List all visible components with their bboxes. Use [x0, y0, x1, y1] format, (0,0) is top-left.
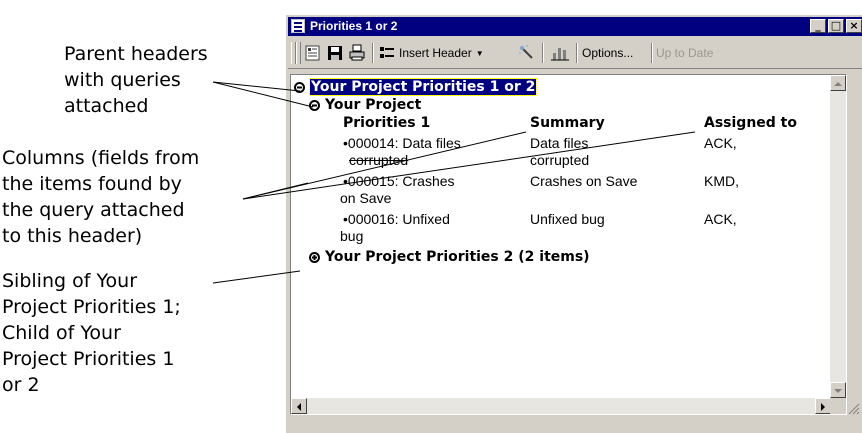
insert-header-icon	[380, 47, 394, 58]
chart-button[interactable]	[550, 43, 570, 63]
row-3-id-cont: bug	[340, 228, 364, 244]
row-2-id-cont: on Save	[340, 190, 392, 206]
scroll-up-button[interactable]	[830, 75, 846, 91]
row-1-id[interactable]: •000014: Data files	[343, 135, 461, 152]
vertical-scrollbar[interactable]	[830, 75, 846, 398]
wand-button[interactable]	[518, 43, 536, 63]
arrow-down-icon	[834, 389, 842, 393]
row-1-assigned: ACK,	[704, 135, 737, 151]
title-bar[interactable]: Priorities 1 or 2 _ □ ×	[288, 17, 862, 36]
tree-node-your-project[interactable]: Your Project	[309, 97, 421, 113]
tree-content: Your Project Priorities 1 or 2 Your Proj…	[291, 75, 831, 398]
expand-icon	[309, 251, 320, 263]
options-label: Options...	[582, 46, 634, 60]
toolbar-separator-2	[542, 43, 544, 63]
arrow-left-icon	[297, 403, 301, 411]
toolbar-separator	[372, 43, 374, 63]
tree-node-root-label: Your Project Priorities 1 or 2	[308, 78, 538, 96]
minimize-button[interactable]: _	[810, 19, 826, 33]
save-icon	[328, 46, 342, 60]
toolbar-separator-3	[576, 43, 578, 63]
options-button[interactable]: Options...	[582, 43, 633, 63]
print-button[interactable]	[348, 43, 366, 63]
insert-header-label: Insert Header	[399, 46, 472, 60]
up-to-date-button[interactable]: Up to Date	[656, 43, 713, 63]
callout-sibling: Sibling of Your Project Priorities 1; Ch…	[2, 270, 181, 396]
toolbar-separator-4	[651, 43, 653, 63]
row-3-id[interactable]: •000016: Unfixed	[343, 211, 450, 228]
collapse-icon	[294, 81, 305, 93]
save-button[interactable]	[326, 43, 344, 63]
row-1-summary-cont: corrupted	[530, 152, 590, 168]
tree-node-priorities-2[interactable]: Your Project Priorities 2 (2 items)	[309, 249, 590, 265]
column-header-priorities: Priorities 1	[343, 115, 431, 131]
collapse-icon	[309, 99, 320, 111]
tree-node-priorities-2-label: Your Project Priorities 2 (2 items)	[325, 249, 590, 265]
row-1-summary: Data files	[530, 135, 589, 151]
window-title: Priorities 1 or 2	[310, 19, 398, 33]
row-1-id-cont: corrupted	[349, 152, 409, 168]
row-3-summary: Unfixed bug	[530, 211, 605, 227]
wand-icon	[519, 45, 533, 59]
tree-node-your-project-label: Your Project	[325, 97, 422, 113]
row-3-assigned: ACK,	[704, 211, 737, 227]
priorities-window: Priorities 1 or 2 _ □ × Insert Header ▼ …	[285, 14, 862, 433]
row-2-assigned: KMD,	[704, 173, 739, 189]
toolbar: Insert Header ▼ Options... Up to Date	[288, 38, 862, 69]
column-header-summary: Summary	[530, 115, 605, 131]
chevron-down-icon: ▼	[475, 48, 484, 58]
up-to-date-label: Up to Date	[656, 46, 714, 60]
close-button[interactable]: ×	[846, 19, 862, 33]
arrow-up-icon	[834, 82, 842, 86]
print-icon	[349, 44, 365, 61]
row-2-summary: Crashes on Save	[530, 173, 638, 189]
resize-grip-icon[interactable]	[846, 401, 860, 415]
arrow-right-icon	[821, 403, 825, 411]
maximize-button[interactable]: □	[828, 19, 844, 33]
callout-columns: Columns (fields from the items found by …	[2, 147, 200, 247]
scroll-corner	[830, 398, 846, 414]
insert-header-button[interactable]: Insert Header ▼	[378, 43, 484, 63]
scroll-left-button[interactable]	[291, 398, 307, 414]
scroll-right-button[interactable]	[815, 398, 831, 414]
toolbar-doc-button[interactable]	[304, 43, 322, 63]
row-2-id[interactable]: •000015: Crashes	[343, 173, 455, 190]
toolbar-doc-icon	[305, 45, 320, 61]
app-icon	[291, 19, 305, 33]
toolbar-grip-2[interactable]	[296, 42, 301, 64]
scroll-down-button[interactable]	[830, 382, 846, 398]
column-header-assigned: Assigned to	[704, 115, 797, 131]
tree-view[interactable]: Your Project Priorities 1 or 2 Your Proj…	[290, 74, 847, 415]
callout-parent-headers: Parent headers with queries attached	[64, 43, 208, 117]
chart-icon	[551, 48, 569, 61]
tree-node-root[interactable]: Your Project Priorities 1 or 2	[294, 78, 538, 96]
horizontal-scrollbar[interactable]	[291, 398, 831, 414]
